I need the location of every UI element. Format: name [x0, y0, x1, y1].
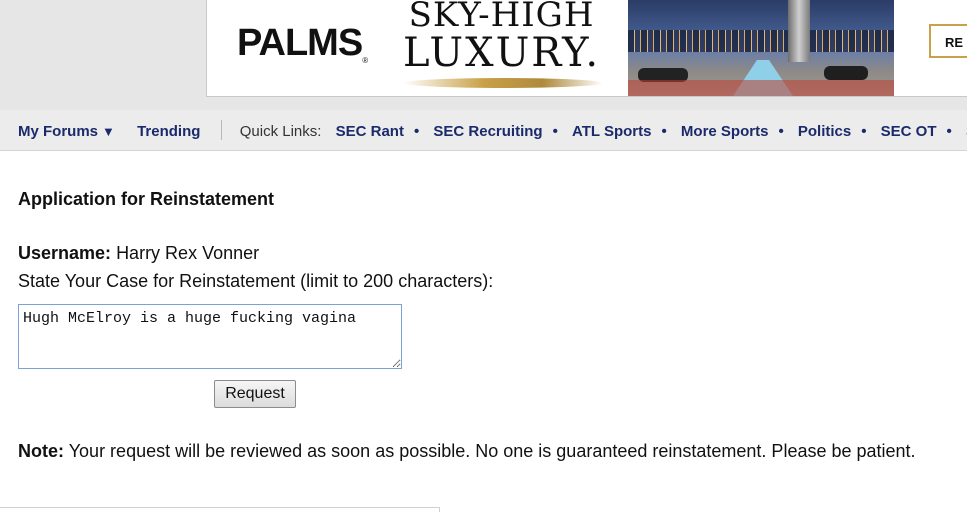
- request-button[interactable]: Request: [214, 380, 296, 408]
- ad-rug: [628, 80, 894, 96]
- reinstatement-case-textarea[interactable]: Hugh McElroy is a huge fucking vagina: [18, 304, 402, 369]
- note-text: Your request will be reviewed as soon as…: [68, 441, 916, 461]
- ad-sofa-right: [824, 66, 868, 80]
- nav-dot-separator: •: [661, 122, 667, 140]
- ad-column: [788, 0, 810, 62]
- quick-link-politics[interactable]: Politics: [798, 123, 851, 140]
- username-label: Username:: [18, 243, 112, 263]
- ad-headline-line1: SKY-HIGH: [408, 0, 595, 35]
- ad-city-lights: [628, 30, 894, 52]
- ad-brand-logo: PALMS®: [237, 22, 368, 65]
- quick-link-sec-ot[interactable]: SEC OT: [881, 123, 937, 140]
- case-prompt-label: State Your Case for Reinstatement (limit…: [18, 271, 494, 291]
- advertisement-banner[interactable]: PALMS® SKY-HIGH LUXURY. RE: [206, 0, 967, 97]
- note-label: Note:: [18, 441, 64, 461]
- nav-my-forums-label: My Forums: [18, 122, 99, 140]
- quick-link-atl-sports[interactable]: ATL Sports: [572, 123, 651, 140]
- nav-dot-separator: •: [413, 122, 420, 140]
- ad-gold-swoosh: [403, 78, 603, 88]
- nav-dot-separator: •: [778, 122, 784, 140]
- nav-links: My Forums ▼ Trending Quick Links: SEC Ran…: [18, 120, 967, 142]
- quick-link-sec-recruiting[interactable]: SEC Recruiting: [433, 123, 542, 140]
- quick-links-label: Quick Links:: [239, 122, 322, 140]
- username-row: Username: Harry Rex Vonner: [18, 243, 259, 264]
- ad-headline-line2: LUXURY.: [403, 30, 601, 76]
- nav-dot-separator: •: [552, 122, 558, 140]
- quick-link-more-sports[interactable]: More Sports: [681, 123, 769, 140]
- nav-divider: [220, 120, 222, 140]
- note-row: Note: Your request will be reviewed as s…: [18, 441, 916, 462]
- bottom-divider-edge: [439, 507, 440, 512]
- ad-brand-mark: ®: [362, 56, 368, 65]
- nav-dot-separator: •: [946, 122, 952, 140]
- nav-my-forums[interactable]: My Forums ▼: [18, 123, 115, 140]
- top-banner-area: PALMS® SKY-HIGH LUXURY. RE: [0, 0, 967, 110]
- page-title: Application for Reinstatement: [18, 189, 275, 209]
- nav-dot-separator: •: [861, 122, 867, 140]
- quick-link-sec-rant[interactable]: SEC Rant: [336, 123, 404, 140]
- bottom-divider: [0, 507, 440, 508]
- ad-headline: SKY-HIGH LUXURY.: [403, 0, 601, 76]
- username-value: Harry Rex Vonner: [116, 243, 260, 263]
- ad-cta-button[interactable]: RE: [929, 24, 967, 58]
- ad-brand-text: PALMS: [237, 22, 363, 64]
- forum-nav-bar: My Forums ▼ Trending Quick Links: SEC Ran…: [0, 110, 967, 151]
- chevron-down-icon: ▼: [102, 123, 115, 139]
- ad-suite-photo: [628, 0, 894, 96]
- nav-trending[interactable]: Trending: [137, 123, 200, 140]
